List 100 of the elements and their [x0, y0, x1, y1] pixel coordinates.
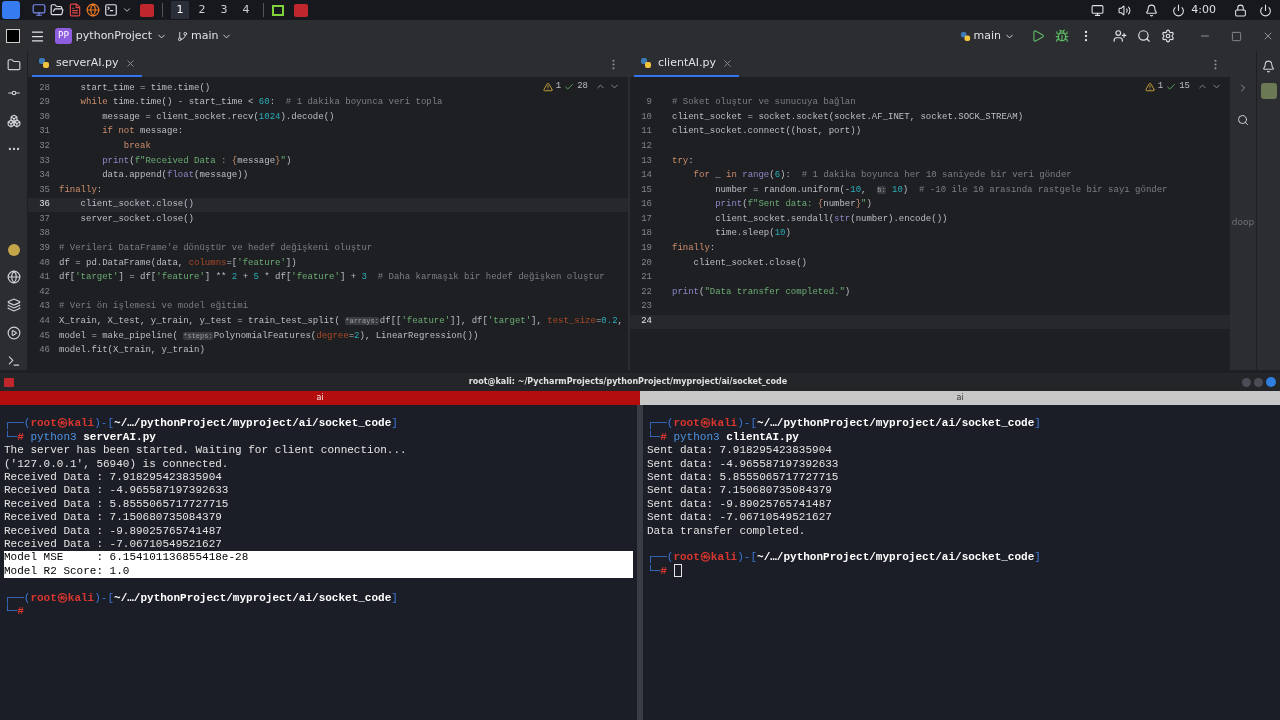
code-line: while time.time() - start_time < 60: # 1 dakika boyunca veri topla — [79, 96, 443, 110]
project-icon[interactable] — [6, 58, 21, 72]
add-user-icon[interactable] — [1113, 29, 1127, 43]
line-number: 38 — [38, 227, 50, 241]
code-line: df['target'] = df['feature'] ** 2 + 5 * df['feature'] + 3 # Daha karmaşık bir hedef değişken oluştur — [59, 271, 605, 285]
terminal-line: Received Data : -4.965587197392633 — [4, 483, 229, 499]
run-config-selector[interactable]: main — [959, 27, 1015, 45]
services-icon[interactable] — [6, 326, 21, 340]
code-line: df = pd.DataFrame(data, columns=['feature']) — [59, 256, 297, 270]
terminal-line: Received Data : 7.150680735084379 — [4, 510, 222, 526]
caret-icon[interactable] — [122, 5, 132, 15]
terminal-line: ┌──(root㉿kali)-[~/…/pythonProject/myproject/ai/socket_code] — [4, 590, 398, 605]
code-line: server_socket.close() — [79, 212, 195, 226]
check-icon — [564, 81, 575, 92]
terminal-app-icon — [4, 377, 14, 387]
search-icon[interactable] — [1237, 114, 1249, 126]
code-line: client_socket.connect((host, port)) — [672, 125, 862, 139]
folder-icon[interactable] — [50, 3, 64, 17]
line-number: 40 — [38, 256, 50, 270]
line-number: 45 — [38, 329, 50, 343]
debug-icon[interactable] — [1055, 29, 1069, 43]
line-number: 18 — [640, 227, 652, 241]
close-icon[interactable] — [722, 57, 733, 69]
line-number: 21 — [640, 271, 652, 285]
line-number: 31 — [38, 125, 50, 139]
workspace-button[interactable]: 2 — [193, 1, 211, 19]
editor-window-icon[interactable] — [272, 4, 284, 16]
terminal-line: Data transfer completed. — [647, 523, 806, 539]
terminal-icon[interactable] — [6, 354, 21, 368]
notification-icon[interactable] — [1262, 60, 1275, 73]
project-badge: PP — [55, 28, 72, 44]
structure-icon[interactable] — [6, 114, 21, 128]
terminal-line: Received Data : 5.8555065717727715 — [4, 496, 229, 512]
python-file-icon — [640, 57, 652, 69]
terminal-line: ┌──(root㉿kali)-[~/…/pythonProject/myproject/ai/socket_code] — [647, 550, 1041, 565]
terminal-tab[interactable]: ai — [640, 391, 1280, 405]
terminal-line: └─# python3 clientAI.py — [647, 429, 799, 445]
maximize-icon[interactable] — [1231, 30, 1242, 42]
code-line: time.sleep(10) — [714, 227, 791, 241]
project-name: pythonProject — [75, 27, 152, 44]
layers-icon[interactable] — [6, 298, 21, 312]
notification-icon[interactable] — [1145, 3, 1159, 17]
code-line: client_socket.sendall(str(number).encode()) — [714, 212, 948, 226]
workspace-button[interactable]: 3 — [215, 1, 233, 19]
code-line: try: — [672, 154, 694, 168]
search-icon[interactable] — [1137, 29, 1151, 43]
code-line: if not message: — [101, 125, 184, 139]
power-icon[interactable] — [1172, 3, 1186, 17]
logout-icon[interactable] — [1259, 3, 1272, 17]
workspace-button[interactable]: 1 — [171, 1, 189, 19]
menu-icon[interactable] — [30, 28, 45, 44]
workspace-button[interactable]: 4 — [237, 1, 255, 19]
terminal-line: Received Data : -7.06710549521627 — [4, 536, 222, 552]
terminal-line: ┌──(root㉿kali)-[~/…/pythonProject/myproject/ai/socket_code] — [647, 416, 1041, 431]
code-line: client_socket.close() — [692, 256, 808, 270]
line-number: 41 — [38, 271, 50, 285]
code-line: model.fit(X_train, y_train) — [59, 344, 205, 358]
code-line: finally: — [59, 183, 103, 197]
line-number: 36 — [38, 198, 50, 212]
desktop-icon[interactable] — [32, 3, 46, 17]
line-number: 13 — [640, 154, 652, 168]
app-icon[interactable] — [140, 3, 154, 17]
line-number: 24 — [640, 315, 652, 329]
app-icon[interactable] — [294, 3, 308, 17]
browser-icon[interactable] — [86, 3, 100, 17]
code-line: print(f"Sent data: {number}") — [714, 198, 872, 212]
line-number: 17 — [640, 212, 652, 226]
document-icon[interactable] — [68, 3, 82, 17]
project-selector[interactable]: PP pythonProject — [55, 27, 167, 45]
line-number: 35 — [38, 183, 50, 197]
close-button[interactable] — [1266, 377, 1276, 387]
check-count: 15 — [1179, 80, 1190, 93]
terminal-icon[interactable] — [104, 3, 118, 17]
lock-icon[interactable] — [1234, 3, 1247, 17]
side-label: doop — [1231, 216, 1255, 229]
close-icon[interactable] — [124, 57, 136, 69]
branch-selector[interactable]: main — [177, 27, 233, 45]
code-line: print(f"Received Data : {message}") — [101, 154, 292, 168]
close-icon[interactable] — [1262, 30, 1274, 42]
terminal-line: Sent data: 7.918295423835904 — [647, 443, 832, 459]
line-number: 20 — [640, 256, 652, 270]
terminal-line: └─# — [4, 603, 24, 619]
warning-count: 1 — [1157, 80, 1164, 93]
warning-count: 1 — [555, 80, 562, 93]
code-line: break — [122, 139, 151, 153]
code-line: print("Data transfer completed.") — [672, 285, 851, 299]
run-icon[interactable] — [1031, 29, 1045, 43]
branch-icon — [177, 30, 188, 42]
terminal-line: Received Data : 7.918295423835904 — [4, 470, 222, 485]
terminal-tab[interactable]: ai — [0, 391, 640, 405]
volume-icon[interactable] — [1118, 3, 1132, 17]
code-line: # Veri ön işlemesi ve model eğitimi — [59, 300, 249, 314]
terminal-line: └─# — [647, 563, 667, 579]
code-line: start_time = time.time() — [79, 81, 211, 95]
terminal-line: Sent data: 5.8555065717727715 — [647, 470, 839, 485]
line-number: 19 — [640, 242, 652, 256]
display-icon[interactable] — [1091, 3, 1105, 17]
code-line: # Soket oluştur ve sunucuya bağlan — [672, 96, 856, 110]
settings-icon[interactable] — [1161, 29, 1175, 43]
line-number: 29 — [38, 96, 50, 110]
